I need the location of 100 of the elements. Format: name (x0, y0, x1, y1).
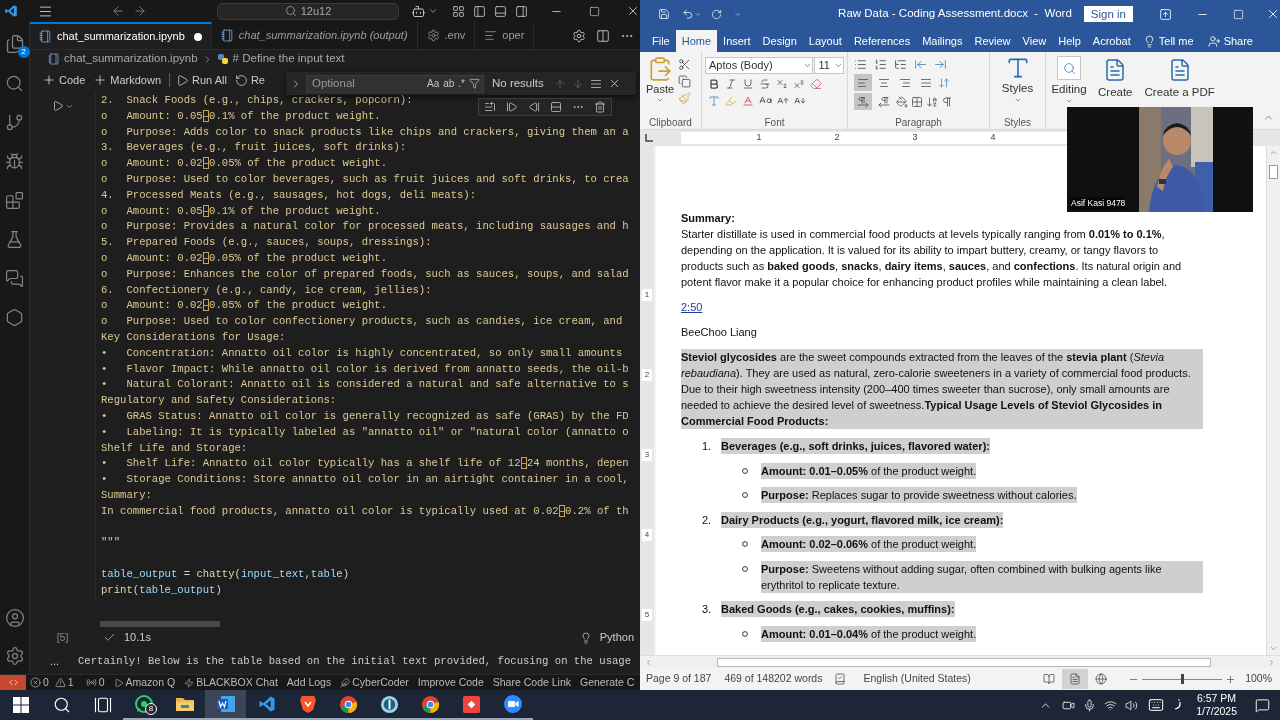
paste-button[interactable]: Paste (642, 56, 678, 115)
code-line: o Purpose: Enhances the color of prepared foods, such as sauces, soups, and salad (101, 266, 629, 282)
create-pdf-button[interactable]: Create (1092, 52, 1139, 100)
clock[interactable]: 6:57 PM 1/7/2025 (1196, 692, 1237, 718)
more-output-button[interactable]: ... (30, 653, 78, 670)
status-bar-item[interactable]: Add Logs (286, 674, 332, 690)
code-line: • Natural Colorant: Annatto oil is considered a natural and safe alternative to s (101, 377, 629, 393)
code-line: o Amount: 0.02–0.05% of the product weight. (101, 156, 388, 172)
notification-badge: 8 (145, 703, 157, 715)
ribbon-tab[interactable]: Help (1052, 30, 1087, 52)
code-line: 3. Beverages (e.g., fruit juices, soft drinks): (101, 140, 407, 156)
styles-button[interactable]: Styles (990, 55, 1045, 104)
code-line: o Purpose: Used to color beverages, such as fruit juices and soft drinks, to crea (101, 172, 629, 187)
size-select[interactable]: 11 (814, 57, 844, 74)
toolbar-button[interactable]: Run All (176, 71, 227, 89)
status-bar-item[interactable]: Share Code Link (492, 674, 571, 690)
paragraph: BeeChoo Liang (681, 325, 757, 340)
code-line: • Flavor Impact: While annatto oil color is derived from annatto seeds, the oil-b (101, 361, 629, 377)
ribbon-tab[interactable]: Insert (717, 30, 757, 52)
notification-badge: 2 (17, 46, 30, 58)
ribbon-tab[interactable]: Review (968, 30, 1017, 52)
breadcrumb-item[interactable]: chat_summarization.ipynb (64, 50, 198, 68)
breadcrumb-item[interactable]: # Define the input text (232, 50, 345, 68)
toolbar-button[interactable]: Code (42, 71, 86, 89)
find-option[interactable]: .* (458, 76, 465, 91)
tell-me-button[interactable]: Tell me (1136, 30, 1200, 52)
editor-tab[interactable]: chat_summarization.ipynb (30, 22, 212, 49)
list-number: 3. (702, 602, 713, 617)
date: 1/7/2025 (1196, 705, 1237, 718)
taskbar-button[interactable]: 8 (123, 690, 164, 720)
toolbar-button[interactable]: Markdown (93, 71, 162, 89)
list-number: 1. (702, 439, 713, 454)
window-title: Raw Data - Coding Assessment.docx - Word (838, 6, 1072, 22)
ribbon-tab[interactable]: Acrobat (1086, 30, 1137, 52)
font-select[interactable]: Aptos (Body) (705, 57, 814, 74)
code-line: • Concentration: Annatto oil color is highly concentrated, so only small amounts (101, 345, 623, 361)
create-pdf-button[interactable]: Create a PDF (1138, 52, 1221, 100)
ribbon-tab[interactable]: Mailings (916, 30, 969, 52)
code-line: 6. Confectionery (e.g., candy, ice cream, jellies): (101, 282, 432, 298)
ribbon-tab[interactable]: Layout (802, 30, 848, 52)
ribbon-tab[interactable]: Home (675, 30, 718, 52)
list-item: Amount: 0.01–0.04% of the product weight. (761, 625, 977, 642)
status-bar-item[interactable]: Generate C (580, 674, 635, 690)
ribbon-tab[interactable]: View (1016, 30, 1053, 52)
list-item: Beverages (e.g., soft drinks, juices, flavored water): (721, 438, 990, 454)
code-line: o Purpose: Used to color confectionery products, such as candies, ice cream, and (101, 314, 623, 330)
ruler-number: 3 (642, 449, 652, 461)
command-center[interactable]: 12u12 (217, 2, 399, 20)
ruler-number: 5 (642, 609, 652, 621)
status-bar-item[interactable]: BLACKBOX Chat (184, 674, 278, 690)
code-line: table_output = chatty(input_text,table) (101, 566, 349, 582)
code-line: Shelf Life and Storage: (101, 440, 248, 456)
toolbar-button[interactable]: Re (234, 71, 265, 89)
code-line: Summary: (101, 487, 152, 503)
problems-button[interactable]: 0 1 (30, 674, 74, 690)
ribbon-tab[interactable]: File (646, 30, 676, 52)
list-item: Baked Goods (e.g., cakes, cookies, muffins): (721, 601, 955, 617)
time: 6:57 PM (1197, 692, 1237, 705)
status-bar-item[interactable]: Amazon Q (113, 674, 176, 690)
ports-button[interactable]: 0 (85, 674, 105, 690)
list-item: Amount: 0.02–0.06% of the product weight. (761, 536, 977, 552)
list-item: Dairy Products (e.g., yogurt, flavored milk, ice cream): (721, 511, 1004, 528)
ruler-number: 2 (642, 369, 652, 381)
execution-count: [5] (55, 629, 70, 645)
find-option[interactable]: ab (443, 76, 455, 91)
code-line: Key Considerations for Usage: (101, 329, 286, 345)
code-line: """ (101, 535, 121, 551)
share-button[interactable]: Share (1207, 30, 1253, 52)
editing-button[interactable]: Editing (1046, 52, 1092, 106)
page-count[interactable]: Page 9 of 187 (646, 671, 712, 687)
participant-name: Asif Kasi 9478 (1070, 197, 1127, 210)
kernel-label[interactable]: Python (599, 629, 634, 646)
ribbon-tab[interactable]: Design (756, 30, 803, 52)
zoom-level[interactable]: 100% (1245, 671, 1272, 687)
find-option[interactable]: Aa (426, 76, 440, 91)
ruler-number: 4 (642, 529, 652, 541)
group-label: Clipboard (648, 116, 693, 129)
link[interactable]: 2:50 (681, 301, 703, 313)
status-bar-item[interactable]: Improve Code (417, 674, 484, 690)
language[interactable]: English (United States) (863, 671, 971, 687)
list-item: Purpose: Replaces sugar to provide sweetness without calories. (761, 487, 1077, 503)
ribbon-tab[interactable]: References (847, 30, 917, 52)
code-line: 5. Prepared Foods (e.g., sauces, soups, dressings): (101, 235, 432, 251)
list-number: 2. (702, 512, 713, 528)
group-label: Font (763, 116, 786, 129)
code-line: print(table_output) (101, 582, 222, 598)
find-field[interactable]: Optional Aa ab .* (306, 74, 484, 93)
code-line: o Purpose: Adds color to snack products like chips and crackers, giving them an a (101, 124, 629, 140)
heading: Summary: (681, 212, 735, 224)
code-line: • Storage Conditions: Store annatto oil color in an airtight container in a cool, (101, 472, 629, 488)
code-line: 2. Snack Foods (e.g., chips, crackers, popcorn): (101, 93, 413, 108)
ruler-number: 4 (989, 131, 997, 145)
ruler-number: 3 (911, 131, 919, 145)
find-status: No results (492, 75, 544, 91)
word-count[interactable]: 469 of 148202 words (724, 671, 823, 687)
status-bar-item[interactable]: CyberCoder (340, 674, 409, 690)
code-line: o Purpose: Provides a natural color for processed meats, including sausages and h (101, 219, 629, 235)
group-label: Paragraph (894, 116, 943, 129)
sign-in-button[interactable]: Sign in (1083, 6, 1133, 22)
code-line: • Labeling: It is typically labeled as "annatto oil" or "natural color (annatto o (101, 424, 629, 440)
